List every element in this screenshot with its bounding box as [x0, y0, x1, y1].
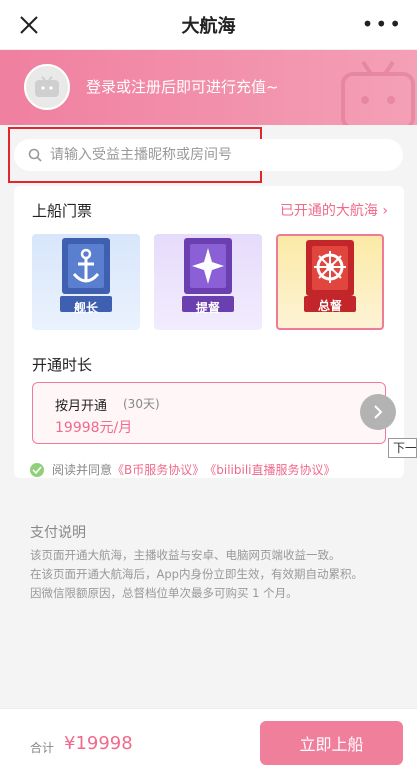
ticket-captain[interactable]: 舰长 [32, 234, 140, 330]
avatar[interactable] [24, 64, 70, 110]
more-icon[interactable]: ••• [362, 14, 403, 34]
agreement-prefix: 阅读并同意 [52, 463, 113, 477]
payment-notes-title: 支付说明 [30, 525, 86, 541]
purchase-card: 上船门票 已开通的大航海 › 舰长 提督 总督 开通时长 按月开通 (30天) … [14, 186, 404, 478]
search-input[interactable] [50, 147, 350, 163]
page-title: 大航海 [181, 15, 236, 37]
chevron-right-icon: › [382, 203, 388, 219]
search-bar[interactable] [14, 139, 403, 171]
total-label: 合计 [30, 741, 55, 755]
total-value: ¥19998 [64, 733, 133, 754]
title-bar: 大航海 ••• [0, 0, 417, 50]
check-circle-icon[interactable] [30, 462, 44, 477]
payment-notes: 该页面开通大航海，主播收益与安卓、电脑网页端收益一致。 在该页面开通大航海后，A… [30, 546, 363, 603]
next-tooltip: 下一 [388, 438, 417, 458]
ship-wheel-badge-icon [304, 240, 356, 312]
monthly-option-price: 19998元/月 [55, 420, 133, 436]
monthly-option[interactable]: 按月开通 (30天) 19998元/月 [32, 382, 386, 444]
payment-note-line: 在该页面开通大航海后，App内身份立即生效，有效期自动累积。 [30, 567, 363, 581]
live-agreement-link[interactable]: 《bilibili直播服务协议》 [204, 461, 335, 478]
login-banner[interactable]: 登录或注册后即可进行充值~ [0, 50, 417, 125]
login-prompt[interactable]: 登录或注册后即可进行充值~ [86, 76, 279, 97]
ticket-admiral-label: 提督 [195, 301, 220, 315]
ticket-captain-label: 舰长 [73, 301, 98, 315]
agreement-row[interactable]: 阅读并同意 《B币服务协议》 《bilibili直播服务协议》 [30, 461, 336, 478]
tv-mascot-icon [35, 76, 59, 97]
board-now-button[interactable]: 立即上船 [260, 721, 403, 765]
duration-section-title: 开通时长 [32, 356, 93, 374]
ticket-governor-label: 总督 [317, 299, 342, 313]
search-icon [28, 148, 42, 162]
monthly-option-days: (30天) [123, 397, 160, 411]
ticket-section-title: 上船门票 [32, 202, 93, 220]
ticket-governor[interactable]: 总督 [276, 234, 384, 330]
chevron-right-icon [374, 405, 383, 419]
ticket-admiral[interactable]: 提督 [154, 234, 262, 330]
opened-guard-link-label: 已开通的大航海 [279, 203, 378, 219]
monthly-option-name: 按月开通 [55, 399, 108, 414]
payment-note-line: 因微信限额原因，总督档位单次最多可购买 1 个月。 [30, 586, 298, 600]
tv-mascot-decoration-icon [341, 60, 415, 125]
payment-note-line: 该页面开通大航海，主播收益与安卓、电脑网页端收益一致。 [30, 548, 341, 562]
next-arrow-button[interactable] [360, 394, 396, 430]
checkout-bar: 合计 ¥19998 立即上船 [0, 708, 417, 776]
opened-guard-link[interactable]: 已开通的大航海 › [280, 200, 388, 220]
close-icon[interactable] [18, 14, 40, 36]
bcoin-agreement-link[interactable]: 《B币服务协议》 [112, 461, 204, 478]
